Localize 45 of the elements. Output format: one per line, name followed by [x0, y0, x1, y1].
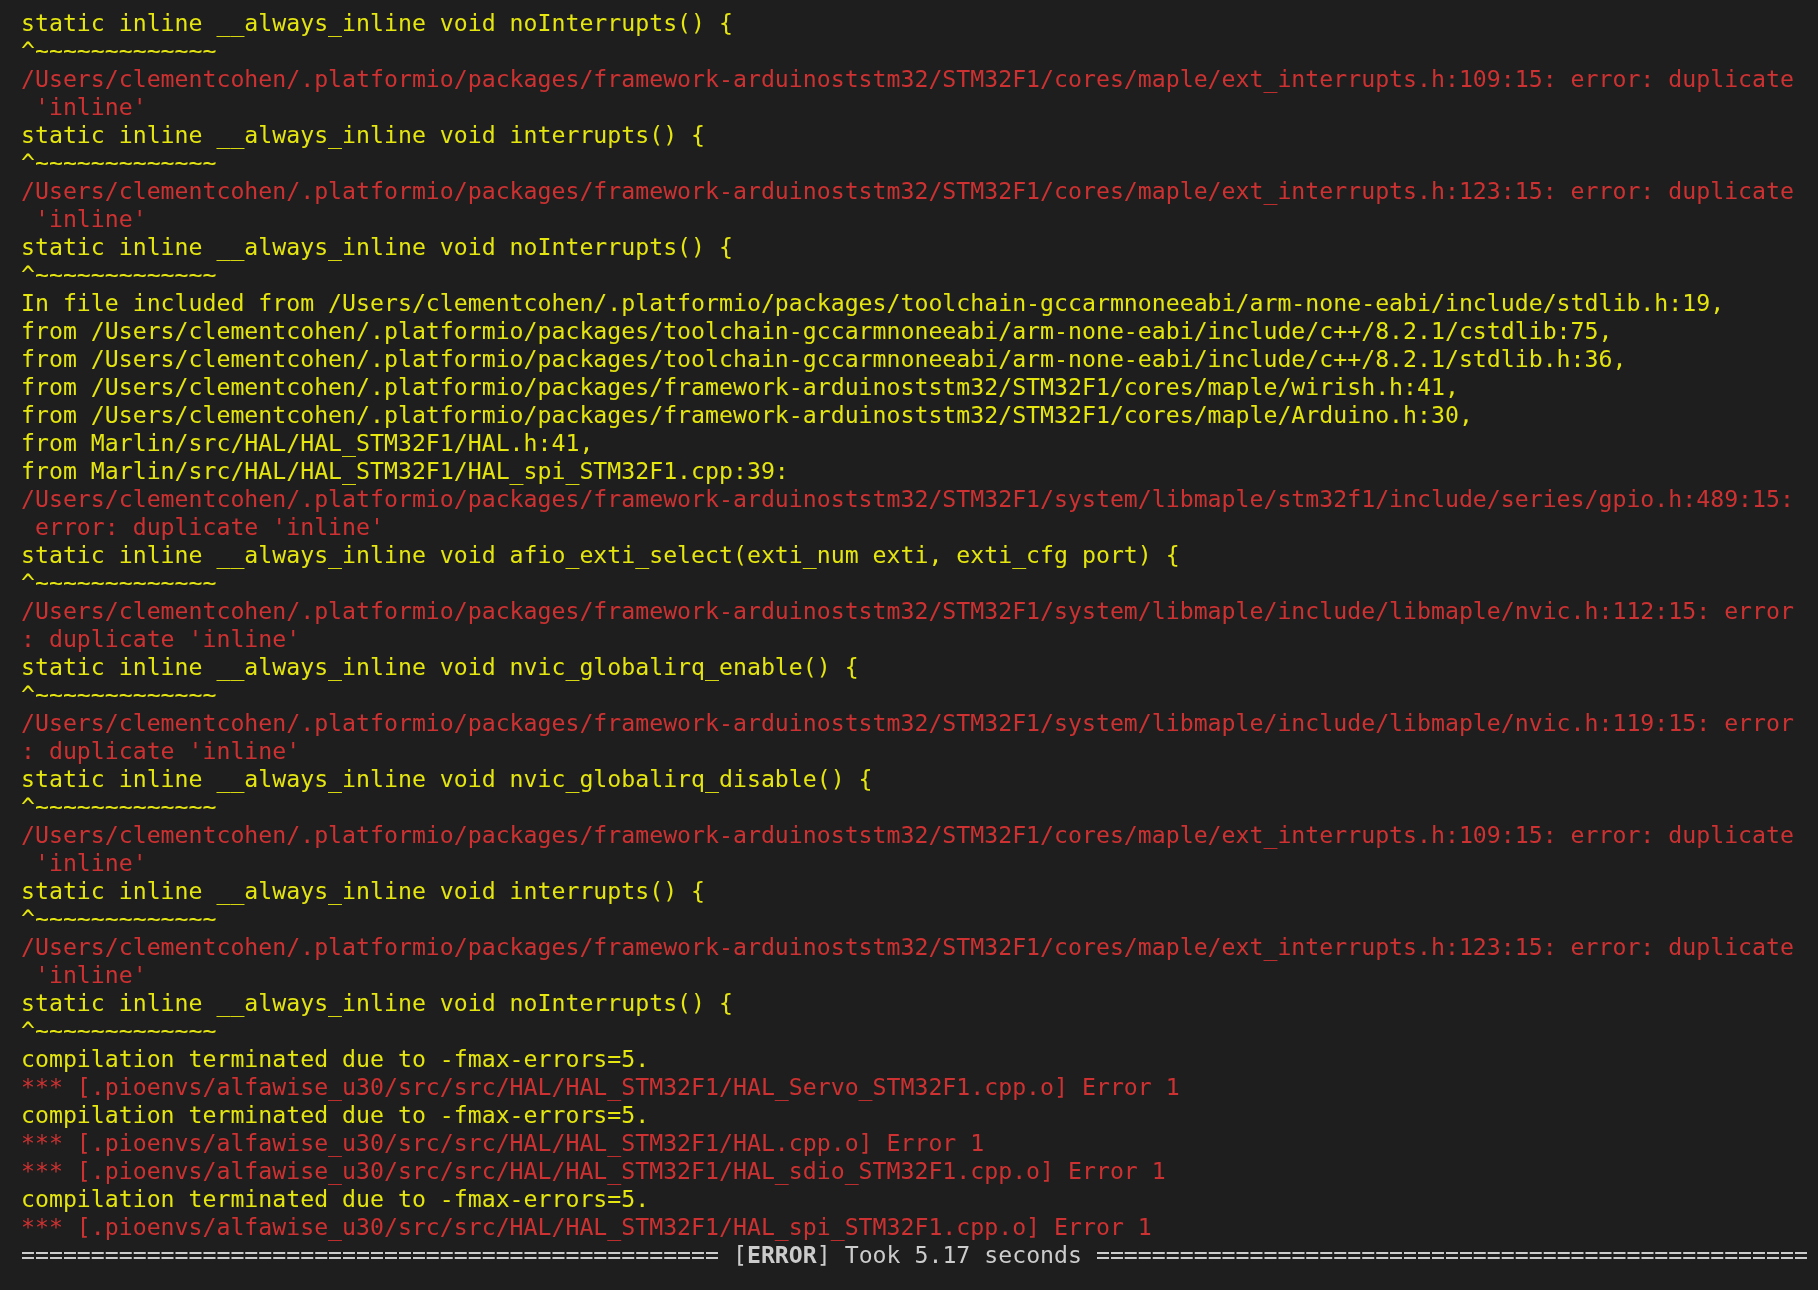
error-line: /Users/clementcohen/.platformio/packages/framework-arduinoststm32/STM32F1/system/libmaple/include/libmaple/nvic.h:119:15: error [21, 709, 1794, 737]
output-line: ^~~~~~~~~~~~~~ [21, 261, 217, 289]
error-line: *** [.pioenvs/alfawise_u30/src/src/HAL/HAL_STM32F1/HAL.cpp.o] Error 1 [21, 1129, 985, 1157]
error-line: /Users/clementcohen/.platformio/packages/framework-arduinoststm32/STM32F1/cores/maple/ext_interrupts.h:123:15: error: duplicate [21, 933, 1794, 961]
error-line: 'inline' [33, 849, 147, 877]
error-line: /Users/clementcohen/.platformio/packages/framework-arduinoststm32/STM32F1/system/libmaple/include/libmaple/nvic.h:112:15: error [21, 597, 1794, 625]
error-line: /Users/clementcohen/.platformio/packages/framework-arduinoststm32/STM32F1/cores/maple/ext_interrupts.h:109:15: error: duplicate [21, 65, 1794, 93]
output-line: ^~~~~~~~~~~~~~ [21, 569, 217, 597]
output-line: from /Users/clementcohen/.platformio/packages/framework-arduinoststm32/STM32F1/cores/maple/Arduino.h:30, [21, 401, 1473, 429]
output-line: static inline __always_inline void afio_exti_select(exti_num exti, exti_cfg port) { [21, 541, 1180, 569]
error-line: 'inline' [33, 93, 147, 121]
output-line: ^~~~~~~~~~~~~~ [21, 905, 217, 933]
output-line: static inline __always_inline void noInterrupts() { [21, 989, 733, 1017]
output-line: static inline __always_inline void interrupts() { [21, 121, 706, 149]
error-line: : duplicate 'inline' [21, 737, 301, 765]
output-line: compilation terminated due to -fmax-errors=5. [21, 1045, 650, 1073]
output-line: compilation terminated due to -fmax-errors=5. [21, 1101, 650, 1129]
output-line: static inline __always_inline void noInterrupts() { [21, 233, 733, 261]
output-line: from Marlin/src/HAL/HAL_STM32F1/HAL_spi_STM32F1.cpp:39: [21, 457, 789, 485]
error-line: : duplicate 'inline' [21, 625, 301, 653]
output-line: compilation terminated due to -fmax-errors=5. [21, 1185, 650, 1213]
output-line: static inline __always_inline void nvic_globalirq_enable() { [21, 653, 859, 681]
output-line: ^~~~~~~~~~~~~~ [21, 1017, 217, 1045]
error-line: 'inline' [33, 205, 147, 233]
error-line: *** [.pioenvs/alfawise_u30/src/src/HAL/HAL_STM32F1/HAL_spi_STM32F1.cpp.o] Error 1 [21, 1213, 1152, 1241]
output-line: from Marlin/src/HAL/HAL_STM32F1/HAL.h:41, [21, 429, 594, 457]
error-line: error: duplicate 'inline' [33, 513, 384, 541]
output-line: ^~~~~~~~~~~~~~ [21, 37, 217, 65]
output-line: static inline __always_inline void interrupts() { [21, 877, 706, 905]
output-line: ^~~~~~~~~~~~~~ [21, 681, 217, 709]
output-line: In file included from /Users/clementcohen/.platformio/packages/toolchain-gccarmnoneeabi/arm-none-eabi/include/stdlib.h:19, [21, 289, 1725, 317]
error-line: /Users/clementcohen/.platformio/packages/framework-arduinoststm32/STM32F1/cores/maple/ext_interrupts.h:123:15: error: duplicate [21, 177, 1794, 205]
build-summary-line: ================================================== [ERROR] Took 5.17 seconds =================================================== [21, 1241, 1808, 1269]
output-line: from /Users/clementcohen/.platformio/packages/toolchain-gccarmnoneeabi/arm-none-eabi/include/c++/8.2.1/stdlib.h:36, [21, 345, 1627, 373]
error-line: /Users/clementcohen/.platformio/packages/framework-arduinoststm32/STM32F1/system/libmaple/stm32f1/include/series/gpio.h:489:15: [21, 485, 1794, 513]
error-line: *** [.pioenvs/alfawise_u30/src/src/HAL/HAL_STM32F1/HAL_sdio_STM32F1.cpp.o] Error 1 [21, 1157, 1166, 1185]
output-line: from /Users/clementcohen/.platformio/packages/toolchain-gccarmnoneeabi/arm-none-eabi/include/c++/8.2.1/cstdlib:75, [21, 317, 1613, 345]
output-line: ^~~~~~~~~~~~~~ [21, 793, 217, 821]
error-line: /Users/clementcohen/.platformio/packages/framework-arduinoststm32/STM32F1/cores/maple/ext_interrupts.h:109:15: error: duplicate [21, 821, 1794, 849]
output-line: static inline __always_inline void nvic_globalirq_disable() { [21, 765, 873, 793]
output-line: static inline __always_inline void noInterrupts() { [21, 9, 733, 37]
output-line: ^~~~~~~~~~~~~~ [21, 149, 217, 177]
error-line: 'inline' [33, 961, 147, 989]
error-line: *** [.pioenvs/alfawise_u30/src/src/HAL/HAL_STM32F1/HAL_Servo_STM32F1.cpp.o] Error 1 [21, 1073, 1180, 1101]
output-line: from /Users/clementcohen/.platformio/packages/framework-arduinoststm32/STM32F1/cores/maple/wirish.h:41, [21, 373, 1459, 401]
